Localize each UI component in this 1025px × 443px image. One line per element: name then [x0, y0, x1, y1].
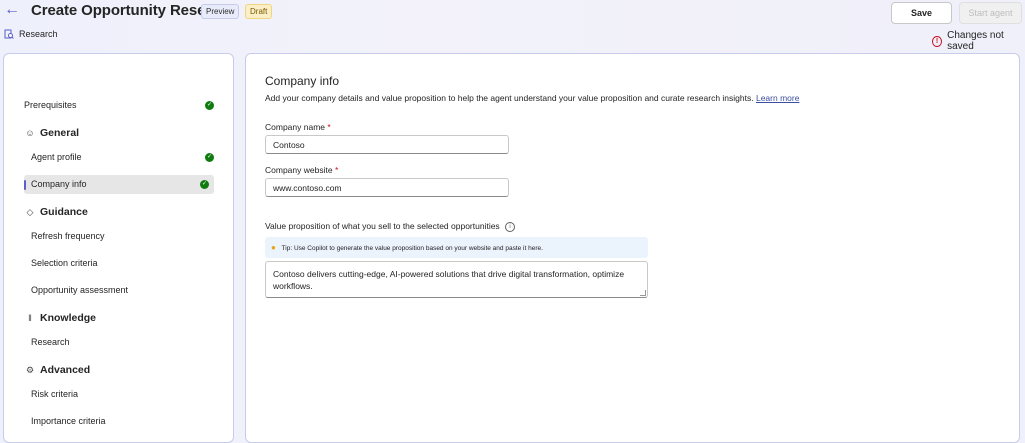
sidebar-item-selection-criteria[interactable]: Selection criteria [24, 254, 214, 273]
value-proposition-label: Value proposition of what you sell to th… [265, 221, 516, 232]
company-name-field[interactable]: Contoso [265, 135, 509, 154]
section-description: Add your company details and value propo… [265, 93, 799, 103]
sidebar-item-importance-criteria[interactable]: Importance criteria [24, 412, 214, 431]
field-label-text: Company name [265, 122, 326, 132]
sidebar-item-agent-profile[interactable]: Agent profile ✓ [24, 148, 214, 167]
preview-badge: Preview [201, 4, 240, 19]
sidebar-item-research[interactable]: Research [24, 333, 214, 352]
required-mark: * [327, 122, 331, 132]
sidebar-item-label: Agent profile [31, 152, 82, 162]
save-button[interactable]: Save [891, 2, 952, 24]
textarea-value: Contoso delivers cutting-edge, AI-powere… [273, 269, 625, 291]
sidebar-item-label: Refresh frequency [31, 231, 105, 241]
info-icon[interactable]: i [505, 221, 516, 232]
sidebar-item-company-info[interactable]: Company info ✓ [24, 175, 214, 194]
sidebar-item-refresh-frequency[interactable]: Refresh frequency [24, 227, 214, 246]
main-panel: Company info Add your company details an… [245, 53, 1020, 443]
check-circle-icon: ✓ [205, 153, 214, 162]
sidebar-item-opportunity-assessment[interactable]: Opportunity assessment [24, 281, 214, 300]
sidebar-section-title: General [40, 127, 80, 139]
guidance-icon: ◇ [26, 207, 34, 217]
sidebar-section-knowledge: ‖ Knowledge [25, 312, 96, 324]
back-arrow-icon[interactable]: ← [4, 2, 20, 18]
description-text: Add your company details and value propo… [265, 93, 754, 103]
required-mark: * [334, 165, 339, 175]
draft-badge: Draft [245, 4, 273, 19]
save-status-text: Changes not saved [947, 30, 1004, 52]
sidebar-section-general: ☺ General [25, 127, 79, 139]
sidebar-item-label: Opportunity assessment [31, 285, 129, 295]
sidebar-section-title: Advanced [40, 364, 91, 376]
sidebar-section-advanced: ⚙ Advanced [25, 364, 90, 376]
value-proposition-textarea[interactable]: Contoso delivers cutting-edge, AI-powere… [265, 261, 648, 298]
sidebar-item-risk-criteria[interactable]: Risk criteria [24, 385, 214, 404]
tip-text: Tip: Use Copilot to generate the value p… [281, 245, 543, 252]
sidebar-item-label: Research [31, 337, 70, 347]
sidebar-section-title: Knowledge [40, 312, 97, 324]
sidebar-item-label: Selection criteria [31, 258, 98, 268]
settings-icon: ⚙ [25, 365, 35, 375]
sidebar-item-label: Prerequisites [24, 100, 77, 110]
resize-handle-icon[interactable] [640, 290, 646, 296]
company-website-field[interactable]: www.contoso.com [265, 178, 509, 197]
section-title: Company info [265, 74, 340, 88]
research-tab[interactable]: Research [4, 29, 58, 39]
field-label-text: Company website [265, 165, 333, 175]
tip-banner: ● Tip: Use Copilot to generate the value… [265, 237, 648, 258]
sidebar-item-label: Company info [31, 179, 87, 189]
lightbulb-icon: ● [271, 243, 276, 252]
learn-more-link[interactable]: Learn more [756, 93, 799, 103]
start-agent-button[interactable]: Start agent [959, 2, 1022, 24]
check-circle-icon: ✓ [200, 180, 209, 189]
sidebar-section-title: Guidance [40, 206, 88, 218]
company-name-label: Company name * [265, 122, 331, 132]
sidebar-section-guidance: ◇ Guidance [25, 206, 88, 218]
save-status: ! Changes not saved [932, 30, 1025, 52]
sidebar-item-label: Importance criteria [31, 416, 106, 426]
person-icon: ☺ [25, 128, 35, 138]
error-circle-icon: ! [932, 35, 943, 47]
company-website-label: Company website * [265, 165, 338, 175]
library-icon: ‖ [28, 313, 32, 323]
check-circle-icon: ✓ [205, 101, 214, 110]
research-tab-label: Research [19, 29, 58, 39]
field-label-text: Value proposition of what you sell to th… [265, 221, 500, 231]
sidebar-item-prerequisites[interactable]: Prerequisites ✓ [24, 96, 214, 115]
research-icon [4, 29, 14, 39]
sidebar: Prerequisites ✓ ☺ General Agent profile … [3, 53, 234, 443]
sidebar-item-label: Risk criteria [31, 389, 79, 399]
